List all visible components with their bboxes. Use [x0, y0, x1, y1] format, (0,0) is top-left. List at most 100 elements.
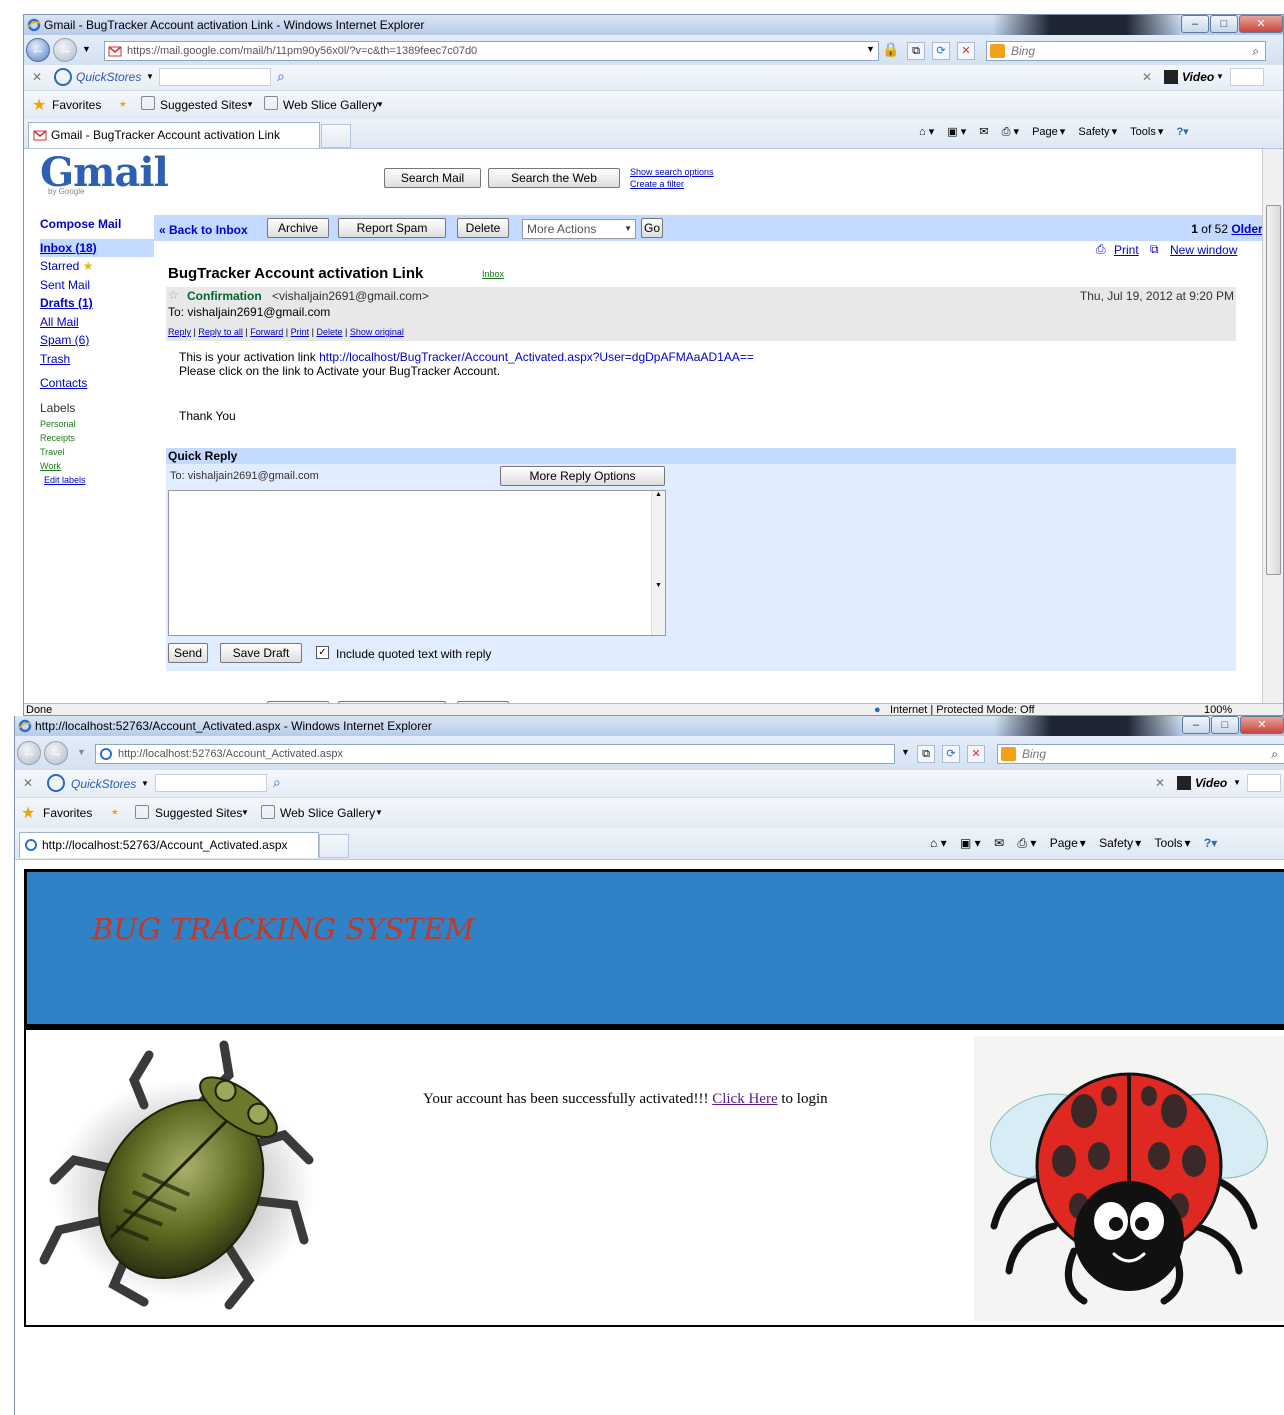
new-tab-button[interactable] — [321, 124, 351, 148]
refresh-icon[interactable]: ⟳ — [932, 42, 950, 60]
quickstores-label[interactable]: QuickStores — [76, 70, 141, 84]
activation-link[interactable]: http://localhost/BugTracker/Account_Acti… — [319, 350, 754, 364]
reply-textarea[interactable]: ▲ ▼ — [168, 490, 666, 636]
mail-search-input[interactable] — [179, 168, 379, 188]
click-here-link[interactable]: Click Here — [712, 1091, 777, 1107]
video-label[interactable]: Video — [1182, 70, 1214, 84]
web-slice-gallery-link[interactable]: Web Slice Gallery — [283, 98, 378, 112]
send-button[interactable]: Send — [168, 643, 208, 663]
mail-icon[interactable]: ✉ — [979, 126, 988, 138]
tab-account-activated[interactable]: http://localhost:52763/Account_Activated… — [19, 832, 319, 858]
maximize-button[interactable]: □ — [1211, 716, 1239, 734]
nav-dropdown-icon[interactable]: ▼ — [82, 44, 91, 54]
compose-mail-link[interactable]: Compose Mail — [40, 215, 155, 234]
quickstores-label[interactable]: QuickStores — [71, 777, 136, 791]
edit-labels-link[interactable]: Edit labels — [40, 473, 155, 487]
quickstores-dropdown-icon[interactable]: ▼ — [146, 72, 154, 81]
minimize-button[interactable]: – — [1181, 15, 1209, 33]
delete-message-link[interactable]: Delete — [316, 327, 342, 337]
print-message-link[interactable]: Print — [291, 327, 310, 337]
close-video-icon[interactable]: ✕ — [1142, 70, 1152, 84]
close-window-button[interactable]: ✕ — [1240, 716, 1284, 734]
nav-sent[interactable]: Sent Mail — [40, 276, 155, 295]
search-mail-button[interactable]: Search Mail — [384, 168, 481, 188]
add-favorite-icon[interactable]: ⭑ — [119, 95, 127, 112]
back-icon[interactable]: ← — [17, 741, 41, 765]
back-to-inbox-link[interactable]: « Back to Inbox — [159, 223, 248, 237]
forward-icon[interactable]: → — [53, 38, 77, 62]
search-box[interactable]: Bing ⌕ — [997, 744, 1284, 764]
web-slice-dropdown-icon[interactable]: ▼ — [375, 808, 383, 817]
address-bar[interactable]: https://mail.google.com/mail/h/11pm90y56… — [104, 41, 879, 61]
create-filter-link[interactable]: Create a filter — [630, 179, 684, 189]
print-icon[interactable]: ⎙ — [1096, 242, 1106, 257]
close-toolbar-icon[interactable]: ✕ — [23, 776, 33, 790]
close-window-button[interactable]: ✕ — [1239, 15, 1283, 33]
quickstores-dropdown-icon[interactable]: ▼ — [141, 779, 149, 788]
gmail-logo[interactable]: Gmail by Google — [40, 149, 170, 199]
search-icon[interactable]: ⌕ — [1271, 745, 1278, 763]
page-menu[interactable]: Page — [1050, 836, 1078, 850]
video-input[interactable] — [1230, 68, 1264, 86]
show-search-options-link[interactable]: Show search options — [630, 167, 714, 177]
print-icon[interactable]: ⎙ ▾ — [1017, 836, 1036, 850]
star-outline-icon[interactable]: ☆ — [168, 288, 179, 302]
report-spam-button[interactable]: Report Spam — [338, 218, 446, 238]
feeds-icon[interactable]: ▣ ▾ — [947, 126, 966, 138]
label-work[interactable]: Work — [40, 459, 155, 473]
home-icon[interactable]: ⌂ ▾ — [919, 126, 934, 138]
favorites-star-icon[interactable]: ★ — [32, 95, 46, 115]
mail-icon[interactable]: ✉ — [994, 836, 1004, 850]
nav-inbox[interactable]: Inbox (18) — [40, 238, 170, 257]
help-icon[interactable]: ?▾ — [1176, 126, 1188, 138]
tools-menu[interactable]: Tools — [1130, 126, 1156, 138]
feeds-icon[interactable]: ▣ ▾ — [960, 836, 981, 850]
textarea-scrollbar[interactable]: ▲ ▼ — [651, 491, 665, 635]
quickstores-input[interactable] — [159, 68, 271, 86]
safety-menu[interactable]: Safety — [1078, 126, 1109, 138]
nav-trash[interactable]: Trash — [40, 350, 155, 369]
forward-link[interactable]: Forward — [250, 327, 283, 337]
nav-drafts[interactable]: Drafts (1) — [40, 294, 155, 313]
label-travel[interactable]: Travel — [40, 445, 155, 459]
delete-button[interactable]: Delete — [457, 218, 509, 238]
suggested-sites-dropdown-icon[interactable]: ▼ — [246, 100, 254, 109]
page-menu[interactable]: Page — [1032, 126, 1058, 138]
nav-contacts[interactable]: Contacts — [40, 374, 155, 393]
new-window-link[interactable]: New window — [1170, 243, 1237, 257]
add-favorite-icon[interactable]: ⭑ — [111, 803, 119, 820]
web-slice-gallery-link[interactable]: Web Slice Gallery — [280, 806, 375, 820]
more-reply-options-button[interactable]: More Reply Options — [500, 466, 665, 486]
video-label[interactable]: Video — [1195, 776, 1227, 790]
stop-icon[interactable]: ✕ — [967, 745, 985, 763]
tab-gmail[interactable]: Gmail - BugTracker Account activation Li… — [28, 122, 320, 148]
quickstores-search-icon[interactable]: ⌕ — [273, 774, 281, 791]
nav-starred[interactable]: Starred — [40, 259, 79, 273]
new-window-icon[interactable]: ⧉ — [1150, 242, 1159, 257]
forward-icon[interactable]: → — [44, 741, 68, 765]
favorites-star-icon[interactable]: ★ — [21, 803, 35, 823]
reply-all-link[interactable]: Reply to all — [198, 327, 243, 337]
help-icon[interactable]: ?▾ — [1204, 836, 1217, 850]
quickstores-search-icon[interactable]: ⌕ — [277, 68, 285, 85]
label-personal[interactable]: Personal — [40, 417, 155, 431]
video-dropdown-icon[interactable]: ▼ — [1233, 778, 1241, 787]
scrollbar-thumb[interactable] — [1266, 205, 1281, 575]
video-input[interactable] — [1247, 774, 1281, 792]
new-tab-button[interactable] — [319, 834, 349, 858]
nav-all-mail[interactable]: All Mail — [40, 313, 155, 332]
search-web-button[interactable]: Search the Web — [488, 168, 620, 188]
address-dropdown-icon[interactable]: ▼ — [866, 44, 875, 54]
back-icon[interactable]: ← — [26, 38, 50, 62]
older-link[interactable]: Older › — [1231, 222, 1262, 236]
search-box[interactable]: Bing ⌕ — [986, 41, 1266, 61]
minimize-button[interactable]: – — [1182, 716, 1210, 734]
reply-link[interactable]: Reply — [168, 327, 191, 337]
tools-menu[interactable]: Tools — [1155, 836, 1183, 850]
address-dropdown-icon[interactable]: ▼ — [901, 747, 910, 757]
favorites-button[interactable]: Favorites — [52, 98, 101, 112]
nav-dropdown-icon[interactable]: ▼ — [77, 747, 86, 757]
label-receipts[interactable]: Receipts — [40, 431, 155, 445]
print-icon[interactable]: ⎙ ▾ — [1002, 126, 1019, 138]
archive-button[interactable]: Archive — [267, 218, 329, 238]
